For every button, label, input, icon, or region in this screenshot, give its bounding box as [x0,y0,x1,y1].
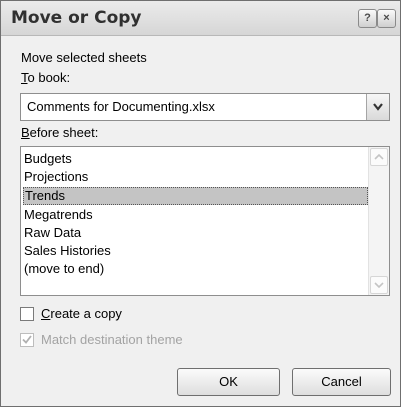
to-book-label-text: o book: [27,70,71,85]
before-sheet-label-text: efore sheet: [29,125,99,140]
before-sheet-list[interactable]: Budgets Projections Trends Megatrends Raw Da… [20,146,390,296]
match-theme-label: Match destination theme [41,332,183,347]
sheet-list-item[interactable]: Megatrends [23,206,368,224]
sheet-list-item[interactable]: Trends [23,187,368,205]
title-bar[interactable]: Move or Copy ? × [1,1,400,36]
scroll-down-icon[interactable] [370,276,388,294]
dialog-title: Move or Copy [11,8,142,28]
match-theme-checkbox [20,332,34,347]
close-icon[interactable]: × [377,9,396,28]
to-book-value: Comments for Documenting.xlsx [27,99,215,114]
create-copy-mnemonic: C [41,306,51,321]
sheet-list-item[interactable]: Budgets [23,150,368,168]
list-scrollbar[interactable] [368,147,389,295]
ok-button[interactable]: OK [177,368,280,396]
match-theme-option: Match destination theme [20,332,183,347]
sheet-list-item[interactable]: Raw Data [23,224,368,242]
create-copy-label-text: reate a copy [50,306,122,321]
help-icon[interactable]: ? [358,9,377,28]
chevron-down-icon[interactable] [366,94,389,120]
to-book-label: To book: [21,70,70,85]
sheet-list-item[interactable]: Sales Histories [23,242,368,260]
create-copy-checkbox[interactable] [20,306,34,321]
move-selected-sheets-label: Move selected sheets [21,50,147,65]
sheet-items: Budgets Projections Trends Megatrends Raw Da… [23,150,368,278]
create-copy-label: Create a copy [41,306,122,321]
cancel-button[interactable]: Cancel [292,368,391,396]
before-sheet-label: Before sheet: [21,125,98,140]
sheet-list-item[interactable]: (move to end) [23,260,368,278]
sheet-list-item[interactable]: Projections [23,168,368,186]
move-or-copy-dialog: Move or Copy ? × Move selected sheets To… [0,0,401,407]
checkmark-icon [22,335,32,344]
before-sheet-mnemonic: B [21,125,30,140]
to-book-dropdown[interactable]: Comments for Documenting.xlsx [20,93,390,121]
create-copy-option[interactable]: Create a copy [20,306,122,321]
scroll-up-icon[interactable] [370,148,388,166]
